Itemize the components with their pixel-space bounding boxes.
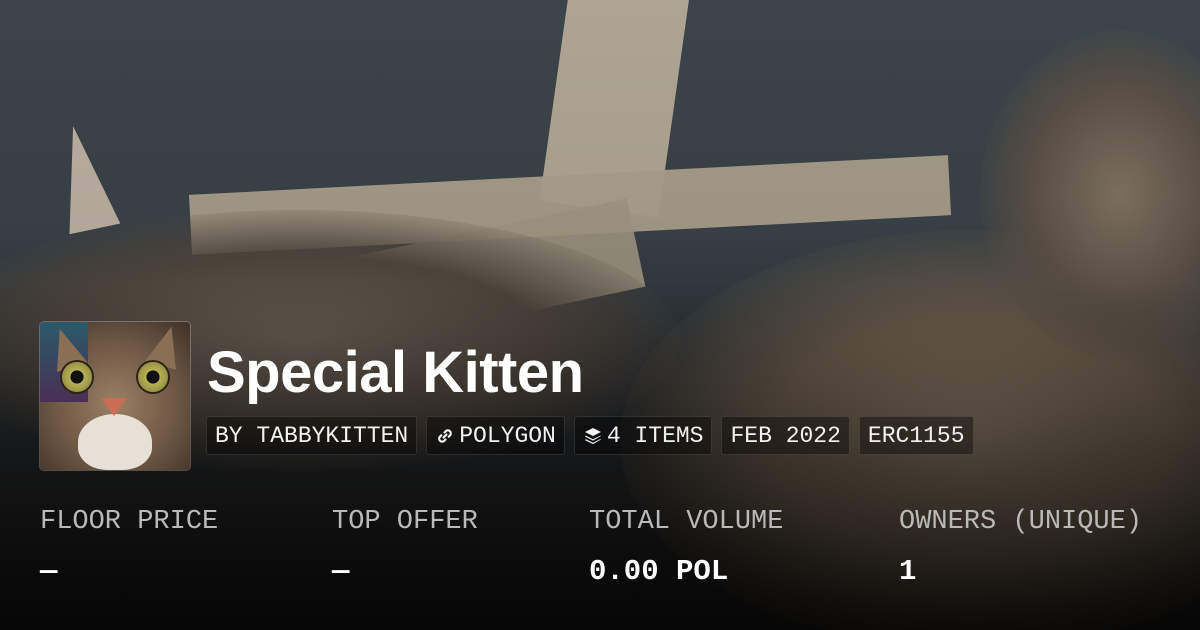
stat-label: TOTAL VOLUME: [589, 507, 784, 537]
stat-label: FLOOR PRICE: [40, 507, 219, 537]
created-date: FEB 2022: [730, 422, 841, 449]
stat-value: 1: [899, 555, 917, 588]
link-icon: [435, 426, 455, 446]
collection-meta-pills: BY TABBYKITTEN POLYGON 4 ITEMS FEB 2022 …: [206, 416, 974, 455]
chain-label: POLYGON: [459, 422, 556, 449]
stat-owners: OWNERS (UNIQUE) 1: [899, 502, 1142, 592]
layers-icon: [583, 426, 603, 446]
chain-pill: POLYGON: [426, 416, 565, 455]
collection-avatar: [40, 322, 190, 470]
collection-stats: FLOOR PRICE — TOP OFFER — TOTAL VOLUME 0…: [40, 502, 1180, 602]
avatar-eye: [138, 362, 168, 392]
avatar-nose: [101, 398, 127, 416]
avatar-eye: [62, 362, 92, 392]
stat-label: TOP OFFER: [332, 507, 478, 537]
collection-share-card: Special Kitten BY TABBYKITTEN POLYGON 4 …: [0, 0, 1200, 630]
token-standard: ERC1155: [867, 422, 965, 449]
collection-title: Special Kitten: [207, 340, 584, 405]
created-date-pill: FEB 2022: [721, 416, 850, 455]
stat-floor-price: FLOOR PRICE —: [40, 502, 218, 592]
stat-value: —: [40, 555, 58, 588]
stat-top-offer: TOP OFFER —: [332, 502, 478, 592]
creator-pill: BY TABBYKITTEN: [206, 416, 418, 455]
token-standard-pill: ERC1155: [858, 416, 974, 455]
items-count: 4 ITEMS: [606, 422, 704, 449]
stat-value: 0.00 POL: [589, 555, 729, 588]
avatar-muzzle: [78, 414, 152, 470]
stat-total-volume: TOTAL VOLUME 0.00 POL: [589, 502, 783, 592]
stat-value: —: [332, 555, 350, 588]
stat-label: OWNERS (UNIQUE): [899, 507, 1143, 537]
items-pill: 4 ITEMS: [573, 416, 713, 455]
creator-label: BY TABBYKITTEN: [215, 422, 409, 449]
